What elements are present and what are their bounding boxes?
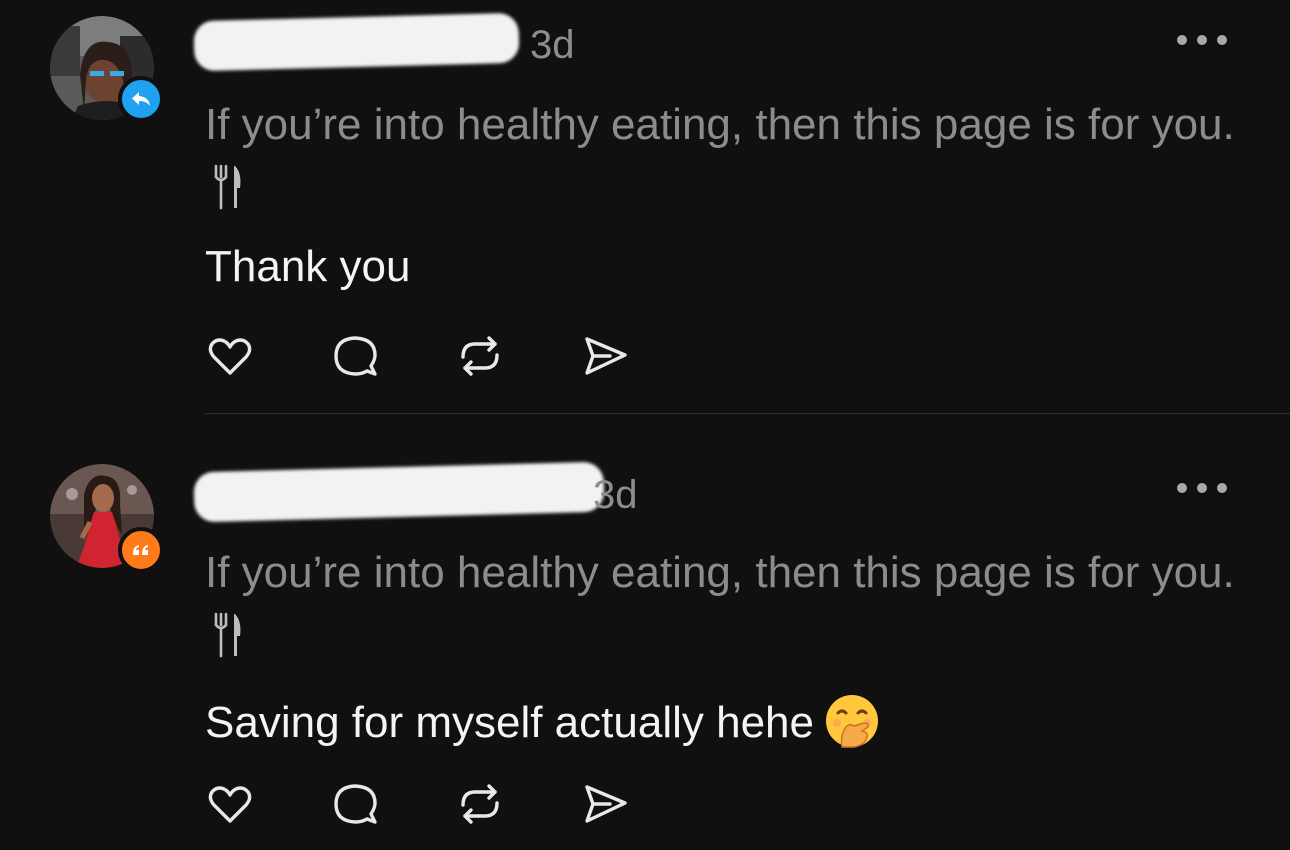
fork-and-knife-icon — [214, 612, 241, 658]
more-options-icon[interactable] — [1177, 33, 1227, 47]
quoted-text-content: If you’re into healthy eating, then this… — [205, 100, 1235, 149]
post-time: 3d — [530, 23, 575, 67]
comment-icon — [334, 784, 377, 824]
quote-icon — [133, 545, 148, 555]
reply-text: Saving for myself actually hehe — [205, 693, 880, 749]
quoted-text-content: If you’re into healthy eating, then this… — [205, 548, 1235, 597]
comment-icon — [334, 336, 377, 376]
repost-button[interactable] — [455, 331, 505, 381]
like-button[interactable] — [205, 779, 255, 829]
post-item: 3d If you’re into healthy eating, then t… — [0, 413, 1290, 850]
fork-and-knife-icon — [214, 164, 241, 210]
comment-button[interactable] — [330, 779, 380, 829]
username-redacted[interactable] — [193, 461, 605, 523]
share-icon — [585, 785, 627, 823]
reply-text-content: Saving for myself actually hehe — [205, 698, 814, 747]
comment-button[interactable] — [330, 331, 380, 381]
quoted-text: If you’re into healthy eating, then this… — [205, 92, 1255, 224]
share-icon — [585, 337, 627, 375]
reply-badge — [118, 76, 164, 122]
like-button[interactable] — [205, 331, 255, 381]
repost-button[interactable] — [455, 779, 505, 829]
share-button[interactable] — [580, 331, 630, 381]
quoted-text: If you’re into healthy eating, then this… — [205, 540, 1255, 672]
post-time: 3d — [593, 473, 638, 517]
face-with-hand-over-mouth-icon — [825, 695, 878, 748]
repost-icon — [461, 784, 499, 824]
repost-icon — [461, 336, 499, 376]
heart-icon — [208, 338, 252, 375]
post-item: 3d If you’re into healthy eating, then t… — [0, 0, 1290, 413]
heart-icon — [208, 786, 252, 823]
share-button[interactable] — [580, 779, 630, 829]
username-redacted[interactable] — [193, 12, 520, 72]
reply-arrow-icon — [132, 92, 150, 106]
reply-text: Thank you — [205, 242, 411, 291]
quote-badge — [118, 527, 164, 573]
more-options-icon[interactable] — [1177, 481, 1227, 495]
